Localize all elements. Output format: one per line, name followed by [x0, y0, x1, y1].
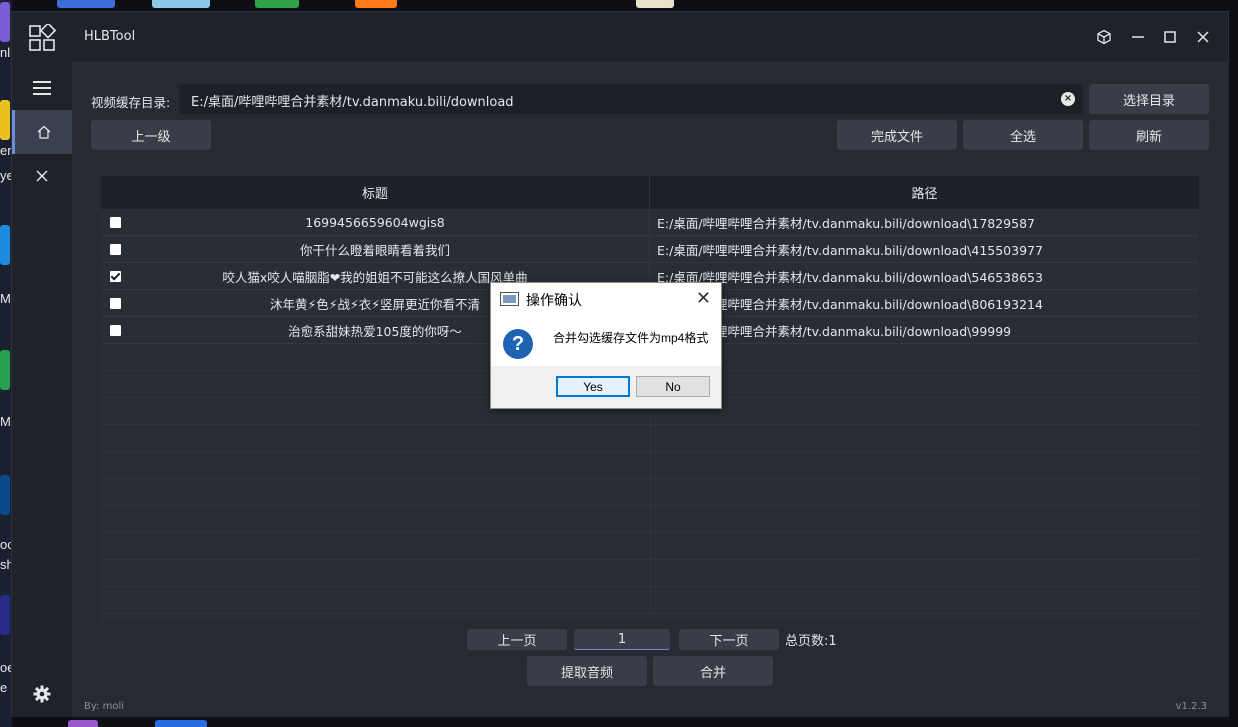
desktop-side-text: er — [0, 143, 12, 158]
no-button[interactable]: No — [636, 376, 710, 397]
empty-row — [101, 425, 1199, 452]
dialog-close-button[interactable]: ✕ — [696, 289, 711, 307]
desktop-side-text: e — [0, 680, 8, 695]
sidebar-item-home[interactable] — [12, 110, 72, 154]
dir-path-value: E:/桌面/哔哩哔哩合并素材/tv.danmaku.bili/download — [191, 95, 514, 110]
home-icon — [37, 125, 50, 139]
sidebar-item-close[interactable] — [12, 154, 72, 198]
maximize-icon — [1164, 31, 1176, 43]
sidebar — [12, 62, 72, 717]
select-all-button[interactable]: 全选 — [963, 120, 1083, 150]
empty-row — [101, 506, 1199, 533]
theme-button[interactable] — [1092, 25, 1116, 49]
version-label: v1.2.3 — [1175, 701, 1207, 712]
desktop-side-icon — [0, 2, 10, 42]
menu-toggle-button[interactable] — [12, 66, 72, 110]
dialog-footer: Yes No — [491, 366, 721, 408]
confirm-dialog: 操作确认 ✕ ? 合并勾选缓存文件为mp4格式 Yes No — [490, 282, 722, 409]
desktop-side-icon — [0, 475, 10, 515]
row-checkbox[interactable] — [110, 271, 121, 282]
title-text: 咬人猫x咬人喵胭脂❤我的姐姐不可能这么撩人国风单曲 — [222, 269, 528, 285]
empty-row — [101, 560, 1199, 587]
desktop-top-icon — [57, 0, 115, 8]
path-cell: E:/桌面/哔哩哔哩合并素材/tv.danmaku.bili/download\… — [657, 242, 1043, 258]
close-button[interactable] — [1191, 25, 1215, 49]
dialog-title-bar: 操作确认 ✕ — [491, 283, 721, 315]
table-row[interactable]: 你干什么瞪着眼睛看着我们 E:/桌面/哔哩哔哩合并素材/tv.danmaku.b… — [101, 236, 1199, 263]
yes-button[interactable]: Yes — [556, 376, 630, 397]
row-checkbox[interactable] — [110, 217, 121, 228]
select-dir-button[interactable]: 选择目录 — [1089, 84, 1209, 114]
row-checkbox[interactable] — [110, 298, 121, 309]
extract-audio-button[interactable]: 提取音频 — [527, 656, 647, 686]
dialog-message: 合并勾选缓存文件为mp4格式 — [553, 331, 709, 345]
prev-page-button[interactable]: 上一页 — [467, 629, 567, 650]
desktop-top-icon — [152, 0, 210, 8]
window-icon — [500, 292, 519, 306]
gear-icon — [33, 685, 51, 703]
dialog-title: 操作确认 — [526, 292, 582, 308]
hamburger-icon — [33, 81, 51, 95]
desktop-side-text: nl — [0, 45, 11, 60]
refresh-button[interactable]: 刷新 — [1089, 120, 1209, 150]
desktop-side-icon — [0, 225, 10, 265]
app-logo-icon — [29, 24, 56, 51]
merge-button[interactable]: 合并 — [653, 656, 773, 686]
desktop-side-text: M — [0, 291, 11, 306]
title-text: 沐年黄⚡色⚡战⚡衣⚡竖屏更近你看不清 — [269, 296, 481, 312]
minimize-icon — [1132, 36, 1144, 38]
path-cell: E:/桌面/哔哩哔哩合并素材/tv.danmaku.bili/download\… — [657, 215, 1035, 231]
next-page-button[interactable]: 下一页 — [679, 629, 779, 650]
question-icon: ? — [503, 329, 533, 359]
minimize-button[interactable] — [1126, 25, 1150, 49]
desktop-top-icon — [355, 0, 397, 8]
path-cell: E:/桌面/哔哩哔哩合并素材/tv.danmaku.bili/download\… — [657, 296, 1043, 312]
column-header-path[interactable]: 路径 — [650, 176, 1199, 209]
close-icon — [36, 170, 48, 182]
maximize-button[interactable] — [1158, 25, 1182, 49]
empty-row — [101, 452, 1199, 479]
total-pages-label: 总页数:1 — [785, 634, 837, 649]
desktop-side-icon — [0, 100, 10, 140]
row-checkbox[interactable] — [110, 325, 121, 336]
up-level-button[interactable]: 上一级 — [91, 120, 211, 150]
clear-input-icon[interactable]: × — [1061, 92, 1075, 106]
dialog-body: ? 合并勾选缓存文件为mp4格式 — [491, 315, 721, 367]
empty-row — [101, 533, 1199, 560]
title-text: 1699456659604wgis8 — [305, 214, 445, 230]
title-bar: HLBTool — [12, 12, 1228, 62]
column-header-title[interactable]: 标题 — [101, 176, 650, 209]
done-files-button[interactable]: 完成文件 — [837, 120, 957, 150]
row-checkbox[interactable] — [110, 244, 121, 255]
empty-row — [101, 479, 1199, 506]
dir-label: 视频缓存目录: — [91, 95, 171, 110]
desktop-bottom-icon — [68, 720, 98, 727]
cube-icon — [1097, 29, 1111, 45]
table-row[interactable]: 1699456659604wgis8 E:/桌面/哔哩哔哩合并素材/tv.dan… — [101, 209, 1199, 236]
author-label: By: moli — [84, 701, 125, 712]
path-cell: E:/桌面/哔哩哔哩合并素材/tv.danmaku.bili/download\… — [657, 323, 1012, 339]
title-text: 治愈系甜妹热爱105度的你呀～ — [288, 323, 462, 339]
close-icon — [1197, 31, 1209, 43]
title-cell: 你干什么瞪着眼睛看着我们 — [101, 236, 650, 262]
title-text: 你干什么瞪着眼睛看着我们 — [299, 242, 450, 258]
desktop-bottom-icon — [155, 720, 207, 727]
page-number-input[interactable]: 1 — [574, 629, 670, 650]
settings-button[interactable] — [12, 672, 72, 716]
title-cell: 1699456659604wgis8 — [101, 209, 650, 235]
table-header: 标题 路径 — [101, 176, 1199, 209]
empty-row — [101, 587, 1199, 614]
dir-path-input[interactable]: E:/桌面/哔哩哔哩合并素材/tv.danmaku.bili/download … — [179, 84, 1083, 114]
desktop-side-icon — [0, 595, 10, 635]
app-title: HLBTool — [84, 29, 136, 44]
path-cell: E:/桌面/哔哩哔哩合并素材/tv.danmaku.bili/download\… — [657, 269, 1043, 285]
desktop-side-text: M — [0, 414, 11, 429]
desktop-top-icon — [636, 0, 674, 8]
desktop-top-icon — [255, 0, 299, 8]
desktop-side-icon — [0, 350, 10, 390]
